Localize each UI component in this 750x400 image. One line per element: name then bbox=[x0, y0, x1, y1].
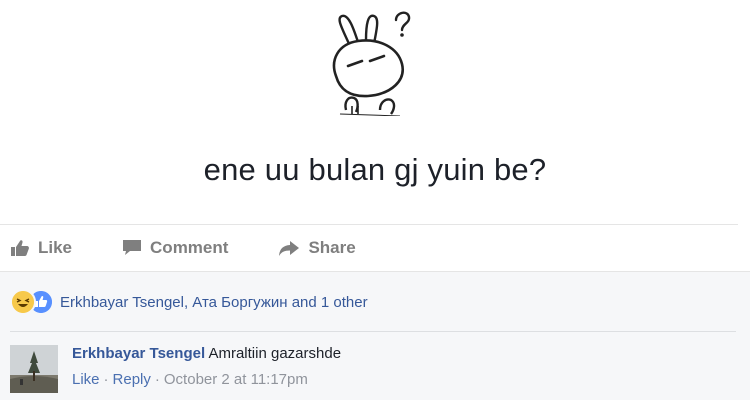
post-divider bbox=[0, 224, 738, 225]
comment-label: Comment bbox=[150, 238, 229, 257]
like-button[interactable]: Like bbox=[10, 238, 72, 258]
comment-text: Amraltiin gazarshde bbox=[208, 345, 342, 362]
separator-dot: · bbox=[103, 371, 109, 388]
comment-button[interactable]: Comment bbox=[122, 238, 228, 258]
comment-item: Erkhbayar Tsengel Amraltiin gazarshde Li… bbox=[10, 343, 740, 397]
avatar-photo bbox=[10, 345, 58, 393]
separator-dot: · bbox=[154, 371, 160, 388]
share-button[interactable]: Share bbox=[278, 238, 356, 258]
like-label: Like bbox=[38, 238, 73, 257]
reaction-icons[interactable] bbox=[10, 289, 54, 315]
reactions-summary: Erkhbayar Tsengel, Ата Боргужин and 1 ot… bbox=[10, 289, 368, 315]
comment-reply-link[interactable]: Reply bbox=[113, 371, 151, 388]
bunny-question-sticker bbox=[332, 11, 411, 116]
comment-body: Erkhbayar Tsengel Amraltiin gazarshde Li… bbox=[72, 345, 341, 388]
feedback-section: Erkhbayar Tsengel, Ата Боргужин and 1 ot… bbox=[0, 271, 750, 400]
post-actions: Like Comment Share bbox=[10, 232, 406, 264]
comment-meta: Like · Reply · October 2 at 11:17pm bbox=[72, 371, 341, 388]
haha-reaction-icon bbox=[10, 289, 36, 315]
avatar[interactable] bbox=[10, 345, 58, 393]
post-text: ene uu bulan gj yuin be? bbox=[203, 152, 547, 187]
feedback-divider bbox=[0, 271, 750, 272]
comment-bubble-icon bbox=[123, 240, 142, 255]
share-arrow-icon bbox=[279, 241, 300, 256]
reactors-link[interactable]: Erkhbayar Tsengel, Ата Боргужин and 1 ot… bbox=[60, 294, 368, 311]
comment-author[interactable]: Erkhbayar Tsengel bbox=[72, 345, 205, 362]
comment-like-link[interactable]: Like bbox=[72, 371, 100, 388]
share-label: Share bbox=[308, 238, 356, 257]
facebook-post: ene uu bulan gj yuin be? Like Comment Sh… bbox=[0, 0, 750, 400]
comment-timestamp[interactable]: October 2 at 11:17pm bbox=[164, 371, 308, 388]
comments-divider bbox=[10, 331, 736, 332]
thumbs-up-icon bbox=[11, 240, 29, 256]
